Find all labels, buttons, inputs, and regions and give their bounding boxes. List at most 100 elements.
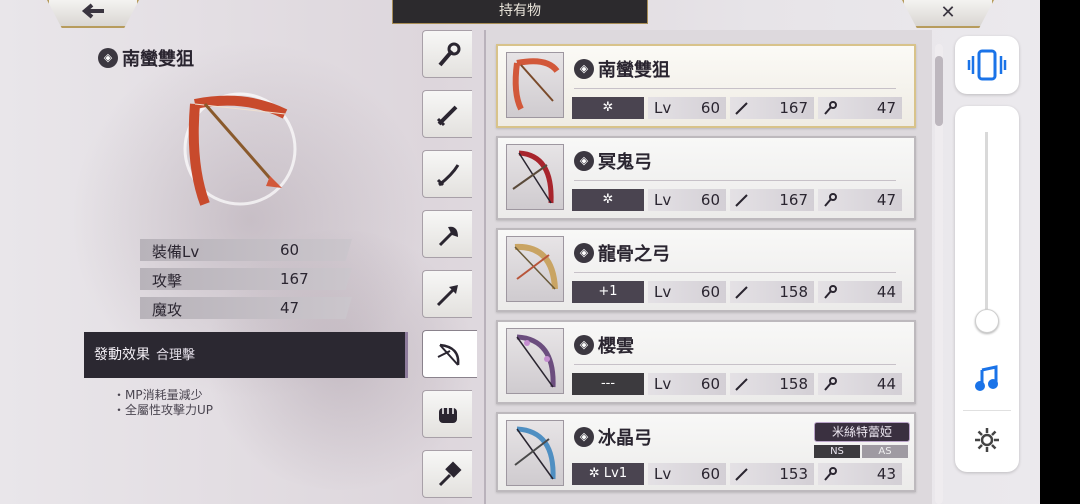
tab-katana[interactable]: [422, 150, 472, 198]
screen-edge: [1040, 0, 1080, 504]
volume-slider-track[interactable]: [985, 132, 988, 322]
effect-name: 合理擊: [156, 348, 196, 363]
level-field: Lv 60: [648, 189, 726, 211]
magic-field: 44: [818, 281, 902, 303]
weapon-name: 南蠻雙狙: [598, 60, 670, 81]
level-field: Lv 60: [648, 281, 726, 303]
weapon-thumbnail: [506, 236, 564, 302]
attack-field: 158: [730, 281, 814, 303]
level-field: Lv 60: [648, 97, 726, 119]
dark-element-icon: ◈: [574, 335, 594, 355]
stat-value: 47: [280, 299, 300, 317]
page-title: 持有物: [392, 0, 648, 24]
slot-badge: ✲ Lv1: [572, 463, 644, 485]
scrollbar-thumb[interactable]: [935, 56, 943, 126]
vibrate-icon: [967, 49, 1007, 81]
attack-value: 158: [779, 283, 808, 301]
stat-label: 裝備Lv: [152, 243, 200, 261]
staff-icon: [824, 285, 837, 299]
stat-label: 魔攻: [152, 301, 183, 319]
level-value: 60: [700, 465, 720, 483]
attack-field: 167: [730, 189, 814, 211]
tab-fist[interactable]: [422, 390, 472, 438]
stat-value: 167: [280, 270, 309, 288]
weapon-name: 冰晶弓: [598, 428, 652, 449]
weapon-name: 龍骨之弓: [598, 244, 670, 265]
weapon-card[interactable]: ◈ 櫻雲 --- Lv 60 158 44: [496, 320, 916, 404]
weapon-list-scrollbar[interactable]: [935, 44, 943, 504]
magic-value: 47: [876, 99, 896, 117]
back-arrow-icon: [49, 2, 137, 25]
effect-description: ・MP消耗量減少 ・全屬性攻擊力UP: [113, 388, 213, 418]
magic-value: 43: [876, 465, 896, 483]
staff-icon: [824, 193, 837, 207]
vibrate-toggle[interactable]: [955, 36, 1019, 94]
gear-icon[interactable]: [972, 425, 1002, 455]
staff-icon: [824, 467, 837, 481]
level-field: Lv 60: [648, 373, 726, 395]
tab-spear[interactable]: [422, 270, 472, 318]
detail-weapon-name-text: 南蠻雙狙: [122, 49, 194, 70]
fist-icon: [439, 408, 457, 423]
dark-element-icon: ◈: [98, 48, 118, 68]
detail-weapon-name: ◈ 南蠻雙狙: [98, 45, 194, 71]
sword-icon: [735, 378, 748, 391]
slot-badge: +1: [572, 281, 644, 303]
weapon-thumbnail: [506, 144, 564, 210]
divider: [574, 180, 896, 181]
axe-icon: [438, 226, 458, 247]
tab-staff[interactable]: [422, 30, 472, 78]
magic-field: 43: [818, 463, 902, 485]
stat-label: 攻擊: [152, 272, 183, 290]
weapon-thumbnail: [506, 420, 564, 486]
weapon-card[interactable]: ◈ 南蠻雙狙 ✲ Lv 60 167 47: [496, 44, 916, 128]
tab-axe[interactable]: [422, 210, 472, 258]
magic-value: 44: [876, 375, 896, 393]
stat-row-level: 裝備Lv 60: [140, 239, 352, 261]
level-label: Lv: [654, 375, 672, 393]
magic-field: 47: [818, 97, 902, 119]
volume-slider-thumb[interactable]: [975, 309, 999, 333]
divider: [574, 88, 896, 89]
owner-badge: 米絲特蕾婭: [814, 422, 910, 442]
tab-sword[interactable]: [422, 90, 472, 138]
bow-icon: [437, 343, 460, 366]
level-field: Lv 60: [648, 463, 726, 485]
level-label: Lv: [654, 283, 672, 301]
tab-bow[interactable]: [422, 330, 477, 378]
attack-value: 158: [779, 375, 808, 393]
level-value: 60: [700, 99, 720, 117]
weapon-card[interactable]: ◈ 冰晶弓 米絲特蕾婭 NS AS ✲ Lv1 Lv 60 153 43: [496, 412, 916, 492]
close-button[interactable]: ✕: [902, 0, 994, 28]
hammer-icon: [438, 461, 462, 487]
staff-icon: [824, 101, 837, 115]
attack-value: 167: [779, 99, 808, 117]
divider: [963, 410, 1011, 411]
back-button[interactable]: [47, 0, 139, 28]
level-value: 60: [700, 375, 720, 393]
weapon-thumbnail: [506, 52, 564, 118]
tab-hammer[interactable]: [422, 450, 472, 498]
dark-element-icon: ◈: [574, 59, 594, 79]
attack-field: 167: [730, 97, 814, 119]
ns-badge: NS: [814, 445, 860, 458]
spear-icon: [436, 285, 458, 307]
attack-value: 153: [779, 465, 808, 483]
as-badge: AS: [862, 445, 908, 458]
weapon-card[interactable]: ◈ 冥鬼弓 ✲ Lv 60 167 47: [496, 136, 916, 220]
dark-element-icon: ◈: [574, 427, 594, 447]
sword-icon: [436, 105, 458, 127]
level-value: 60: [700, 283, 720, 301]
staff-icon: [438, 42, 461, 67]
stat-value: 60: [280, 241, 300, 259]
music-note-icon[interactable]: [972, 364, 1002, 394]
dark-element-icon: ◈: [574, 151, 594, 171]
stat-row-magic: 魔攻 47: [140, 297, 352, 319]
effect-line: ・全屬性攻擊力UP: [113, 403, 214, 417]
staff-icon: [824, 377, 837, 391]
weapon-card[interactable]: ◈ 龍骨之弓 +1 Lv 60 158 44: [496, 228, 916, 312]
weapon-name: 櫻雲: [598, 336, 634, 357]
slot-badge: ✲: [572, 97, 644, 119]
attack-field: 153: [730, 463, 814, 485]
effect-line: ・MP消耗量減少: [113, 388, 203, 402]
